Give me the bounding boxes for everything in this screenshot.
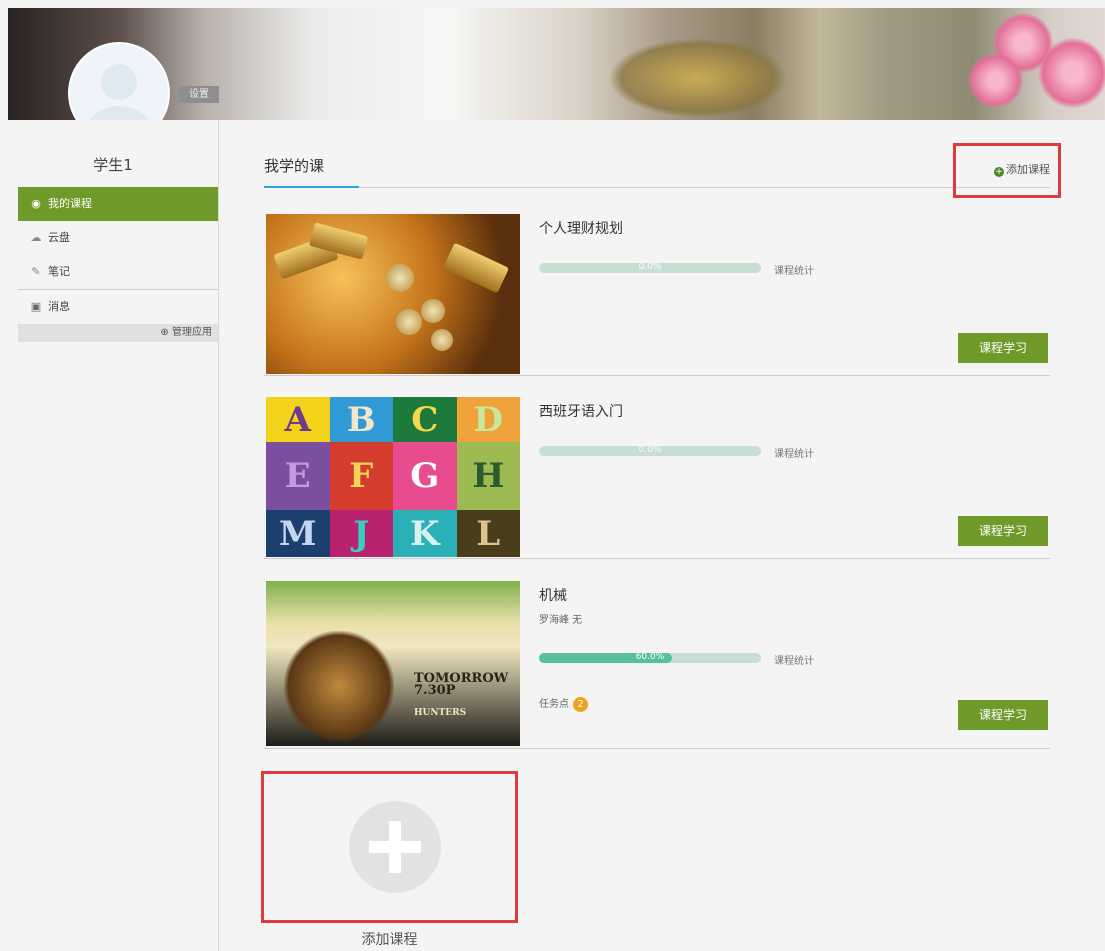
alphabet-tile: C: [393, 397, 457, 442]
course-study-button[interactable]: 课程学习: [958, 333, 1048, 363]
task-count-badge: 2: [573, 697, 588, 712]
progress-text: 0.0%: [638, 262, 662, 272]
alphabet-tile: L: [456, 510, 520, 557]
progress-text: 0.0%: [638, 445, 662, 455]
course-study-button[interactable]: 课程学习: [958, 516, 1048, 546]
avatar-head-icon: [101, 64, 137, 100]
task-points-label: 任务点: [539, 699, 569, 710]
progress-bar: 60.0%: [539, 652, 761, 663]
course-teacher: 罗海峰 无: [539, 615, 583, 626]
alphabet-tile: E: [266, 442, 330, 510]
profile-banner: [8, 8, 1105, 120]
plus-icon: [349, 801, 441, 893]
add-course-card-label[interactable]: 添加课程: [261, 929, 518, 949]
progress-bar: 0.0%: [539, 262, 761, 273]
sidebar-menu: ◉ 我的课程 ☁ 云盘 ✎ 笔记 ▣ 消息 ⊕ 管理应用: [18, 187, 218, 342]
course-stats-link[interactable]: 课程统计: [774, 445, 814, 460]
sidebar: 学生1 ◉ 我的课程 ☁ 云盘 ✎ 笔记 ▣ 消息 ⊕ 管理应用: [8, 120, 219, 951]
course-thumbnail[interactable]: ABCD EFGH MJKL: [266, 397, 520, 557]
course-thumbnail[interactable]: [266, 214, 520, 374]
course-card: TOMORROW 7.30P HUNTERS 机械 罗海峰 无 60.0% 课程…: [264, 577, 1050, 749]
tab-my-courses[interactable]: 我学的课: [264, 155, 359, 188]
sidebar-item-messages[interactable]: ▣ 消息: [18, 290, 218, 324]
thumbnail-text-line: 7.30P: [414, 683, 456, 698]
username: 学生1: [93, 156, 133, 174]
course-stats-link[interactable]: 课程统计: [774, 262, 814, 277]
sidebar-item-label: 笔记: [48, 265, 70, 278]
sidebar-item-label: 我的课程: [48, 197, 92, 210]
task-points: 任务点 2: [539, 695, 588, 712]
alphabet-tile: M: [266, 510, 330, 557]
alphabet-tile: K: [393, 510, 457, 557]
course-card: ABCD EFGH MJKL 西班牙语入门 0.0% 课程统计 课程学习: [264, 393, 1050, 559]
course-stats-link[interactable]: 课程统计: [774, 652, 814, 667]
binoculars-icon: ◉: [31, 197, 41, 210]
progress-bar: 0.0%: [539, 445, 761, 456]
course-card: 个人理财规划 0.0% 课程统计 课程学习: [264, 210, 1050, 376]
sidebar-item-label: 消息: [48, 300, 70, 313]
manage-apps-button[interactable]: ⊕ 管理应用: [18, 324, 218, 342]
sidebar-item-cloud-disk[interactable]: ☁ 云盘: [18, 221, 218, 255]
plus-circle-icon: ⊕: [160, 327, 169, 338]
alphabet-tile: F: [329, 442, 393, 510]
add-course-card[interactable]: [261, 771, 518, 923]
tab-bar: 我学的课 + 添加课程: [264, 145, 1050, 188]
course-study-button[interactable]: 课程学习: [958, 700, 1048, 730]
alphabet-tile: B: [329, 397, 393, 442]
main-content: 我学的课 + 添加课程: [264, 145, 1050, 188]
flower-decoration: [968, 53, 1023, 108]
highlight-box: [953, 143, 1061, 198]
course-title[interactable]: 个人理财规划: [539, 218, 623, 238]
alphabet-tile: A: [266, 397, 330, 442]
alphabet-tile: J: [329, 510, 393, 557]
course-title[interactable]: 西班牙语入门: [539, 401, 623, 421]
pen-icon: ✎: [31, 265, 41, 278]
cloud-icon: ☁: [30, 231, 42, 244]
alphabet-tile: H: [456, 442, 520, 510]
flower-decoration: [1038, 38, 1105, 108]
thumbnail-text-line: HUNTERS: [414, 708, 467, 718]
thumbnail-text: TOMORROW 7.30P HUNTERS: [414, 672, 508, 719]
manage-apps-label: 管理应用: [172, 327, 212, 338]
progress-text: 60.0%: [635, 652, 665, 662]
alphabet-tile: D: [456, 397, 520, 442]
course-thumbnail[interactable]: TOMORROW 7.30P HUNTERS: [266, 581, 520, 746]
course-title[interactable]: 机械: [539, 585, 567, 605]
alphabet-tile: G: [393, 442, 457, 510]
banner-decoration: [608, 38, 788, 118]
sidebar-item-notes[interactable]: ✎ 笔记: [18, 255, 218, 289]
sidebar-item-label: 云盘: [48, 231, 70, 244]
settings-button[interactable]: 设置: [179, 86, 219, 103]
message-icon: ▣: [30, 300, 42, 313]
sidebar-item-my-courses[interactable]: ◉ 我的课程: [18, 187, 218, 221]
